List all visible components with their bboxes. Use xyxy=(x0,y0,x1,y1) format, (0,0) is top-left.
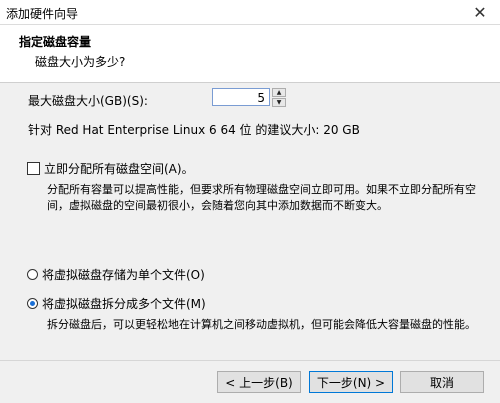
page-subtitle: 磁盘大小为多少? xyxy=(35,55,126,69)
add-hardware-wizard-window: 添加硬件向导 ✕ 指定磁盘容量 磁盘大小为多少? 最大磁盘大小(GB)(S): … xyxy=(0,0,500,403)
allocate-description: 分配所有容量可以提高性能，但要求所有物理磁盘空间立即可用。如果不立即分配所有空间… xyxy=(47,183,476,212)
back-button[interactable]: < 上一步(B) xyxy=(217,371,301,393)
wizard-header: 指定磁盘容量 磁盘大小为多少? xyxy=(0,25,500,83)
close-icon[interactable]: ✕ xyxy=(460,0,500,24)
split-multiple-files-label: 将虚拟磁盘拆分成多个文件(M) xyxy=(42,297,206,311)
disk-size-input[interactable]: 5 xyxy=(212,88,270,106)
disk-size-stepper[interactable]: 5 ▲ ▼ xyxy=(212,88,288,108)
next-button[interactable]: 下一步(N) > xyxy=(309,371,393,393)
store-single-file-radio[interactable] xyxy=(27,269,38,280)
page-title: 指定磁盘容量 xyxy=(19,35,92,49)
footer-divider xyxy=(0,360,500,361)
store-single-file-label: 将虚拟磁盘存储为单个文件(O) xyxy=(42,268,205,282)
recommended-size-text: 针对 Red Hat Enterprise Linux 6 64 位 的建议大小… xyxy=(28,123,360,137)
title-bar: 添加硬件向导 ✕ xyxy=(0,0,500,25)
increment-icon[interactable]: ▲ xyxy=(272,88,286,97)
allocate-now-checkbox-row[interactable]: 立即分配所有磁盘空间(A)。 xyxy=(27,160,194,177)
cancel-button[interactable]: 取消 xyxy=(400,371,484,393)
allocate-now-checkbox[interactable] xyxy=(27,162,40,175)
split-multiple-files-option[interactable]: 将虚拟磁盘拆分成多个文件(M) xyxy=(27,295,206,312)
stepper-buttons: ▲ ▼ xyxy=(272,88,287,108)
allocate-now-label: 立即分配所有磁盘空间(A)。 xyxy=(44,162,194,176)
split-multiple-files-radio[interactable] xyxy=(27,298,38,309)
max-disk-size-label: 最大磁盘大小(GB)(S): xyxy=(28,94,148,108)
window-title: 添加硬件向导 xyxy=(6,7,79,21)
split-description: 拆分磁盘后，可以更轻松地在计算机之间移动虚拟机，但可能会降低大容量磁盘的性能。 xyxy=(47,318,476,331)
store-single-file-option[interactable]: 将虚拟磁盘存储为单个文件(O) xyxy=(27,266,205,283)
decrement-icon[interactable]: ▼ xyxy=(272,98,286,107)
